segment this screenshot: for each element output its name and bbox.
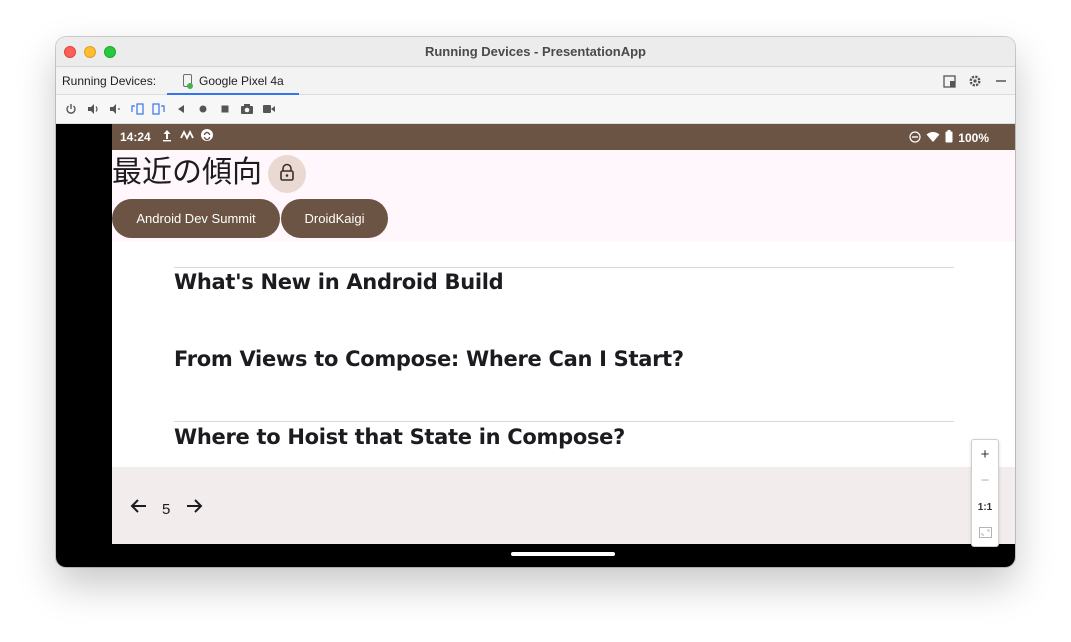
power-icon[interactable]: [62, 100, 80, 118]
page-title: 最近の傾向: [112, 155, 262, 190]
ide-window: Running Devices - PresentationApp Runnin…: [56, 37, 1015, 567]
talk-item[interactable]: Where to Hoist that State in Compose?: [174, 425, 625, 449]
talk-item[interactable]: What's New in Android Build: [174, 270, 504, 294]
screen-record-icon[interactable]: [260, 100, 278, 118]
overview-icon[interactable]: [216, 100, 234, 118]
lock-icon: [279, 163, 295, 186]
chip-android-dev-summit[interactable]: Android Dev Summit: [112, 199, 280, 238]
device-toolbar: [56, 95, 1015, 124]
device-display-area: 14:24 100% 最近の傾向 Android Dev Summit Droi…: [56, 124, 1015, 567]
next-page-arrow-icon[interactable]: [184, 496, 204, 520]
layout-icon[interactable]: [941, 73, 957, 89]
zoom-in-button[interactable]: +: [972, 442, 998, 466]
battery-icon: [945, 130, 953, 146]
zoom-out-button[interactable]: −: [972, 468, 998, 492]
gear-icon[interactable]: [967, 73, 983, 89]
tab-google-pixel-4a[interactable]: Google Pixel 4a: [167, 67, 299, 95]
upload-icon: [162, 128, 172, 145]
sync-icon: [200, 128, 214, 145]
volume-up-icon[interactable]: [84, 100, 102, 118]
talk-item[interactable]: From Views to Compose: Where Can I Start…: [174, 347, 684, 371]
back-icon[interactable]: [172, 100, 190, 118]
actual-size-button[interactable]: 1:1: [972, 495, 998, 519]
chip-droidkaigi[interactable]: DroidKaigi: [281, 199, 388, 238]
rotate-right-icon[interactable]: [150, 100, 168, 118]
dnd-icon: [909, 130, 921, 146]
zoom-controls: + − 1:1: [971, 439, 999, 547]
battery-percent: 100%: [958, 131, 989, 145]
list-divider: [174, 421, 954, 422]
volume-down-icon[interactable]: [106, 100, 124, 118]
android-status-bar: 14:24 100%: [112, 124, 1015, 150]
pager-bar: 5: [112, 467, 1015, 544]
list-divider: [174, 267, 954, 268]
app-header: 最近の傾向 Android Dev Summit DroidKaigi: [112, 150, 1015, 242]
device-screen[interactable]: 14:24 100% 最近の傾向 Android Dev Summit Droi…: [112, 124, 1015, 544]
wifi-icon: [926, 131, 940, 146]
page-number: 5: [162, 501, 171, 518]
status-right-icons: 100%: [909, 130, 989, 146]
talk-list: What's New in Android Build From Views t…: [112, 242, 1015, 467]
title-bar: Running Devices - PresentationApp: [56, 37, 1015, 67]
tool-window-actions: [941, 73, 1009, 89]
running-devices-tabbar: Running Devices: Google Pixel 4a: [56, 67, 1015, 95]
tab-label: Google Pixel 4a: [199, 74, 284, 88]
signal-m-icon: [180, 128, 194, 145]
lock-button[interactable]: [268, 155, 306, 193]
previous-page-arrow-icon[interactable]: [129, 496, 149, 520]
device-online-indicator: [187, 83, 193, 89]
home-icon[interactable]: [194, 100, 212, 118]
window-title: Running Devices - PresentationApp: [424, 44, 647, 59]
rotate-left-icon[interactable]: [128, 100, 146, 118]
gesture-nav-handle[interactable]: [511, 552, 615, 556]
status-time: 14:24: [120, 130, 151, 144]
fit-screen-icon[interactable]: [972, 520, 998, 544]
screenshot-icon[interactable]: [238, 100, 256, 118]
running-devices-label: Running Devices:: [62, 74, 157, 88]
minimize-icon[interactable]: [993, 73, 1009, 89]
